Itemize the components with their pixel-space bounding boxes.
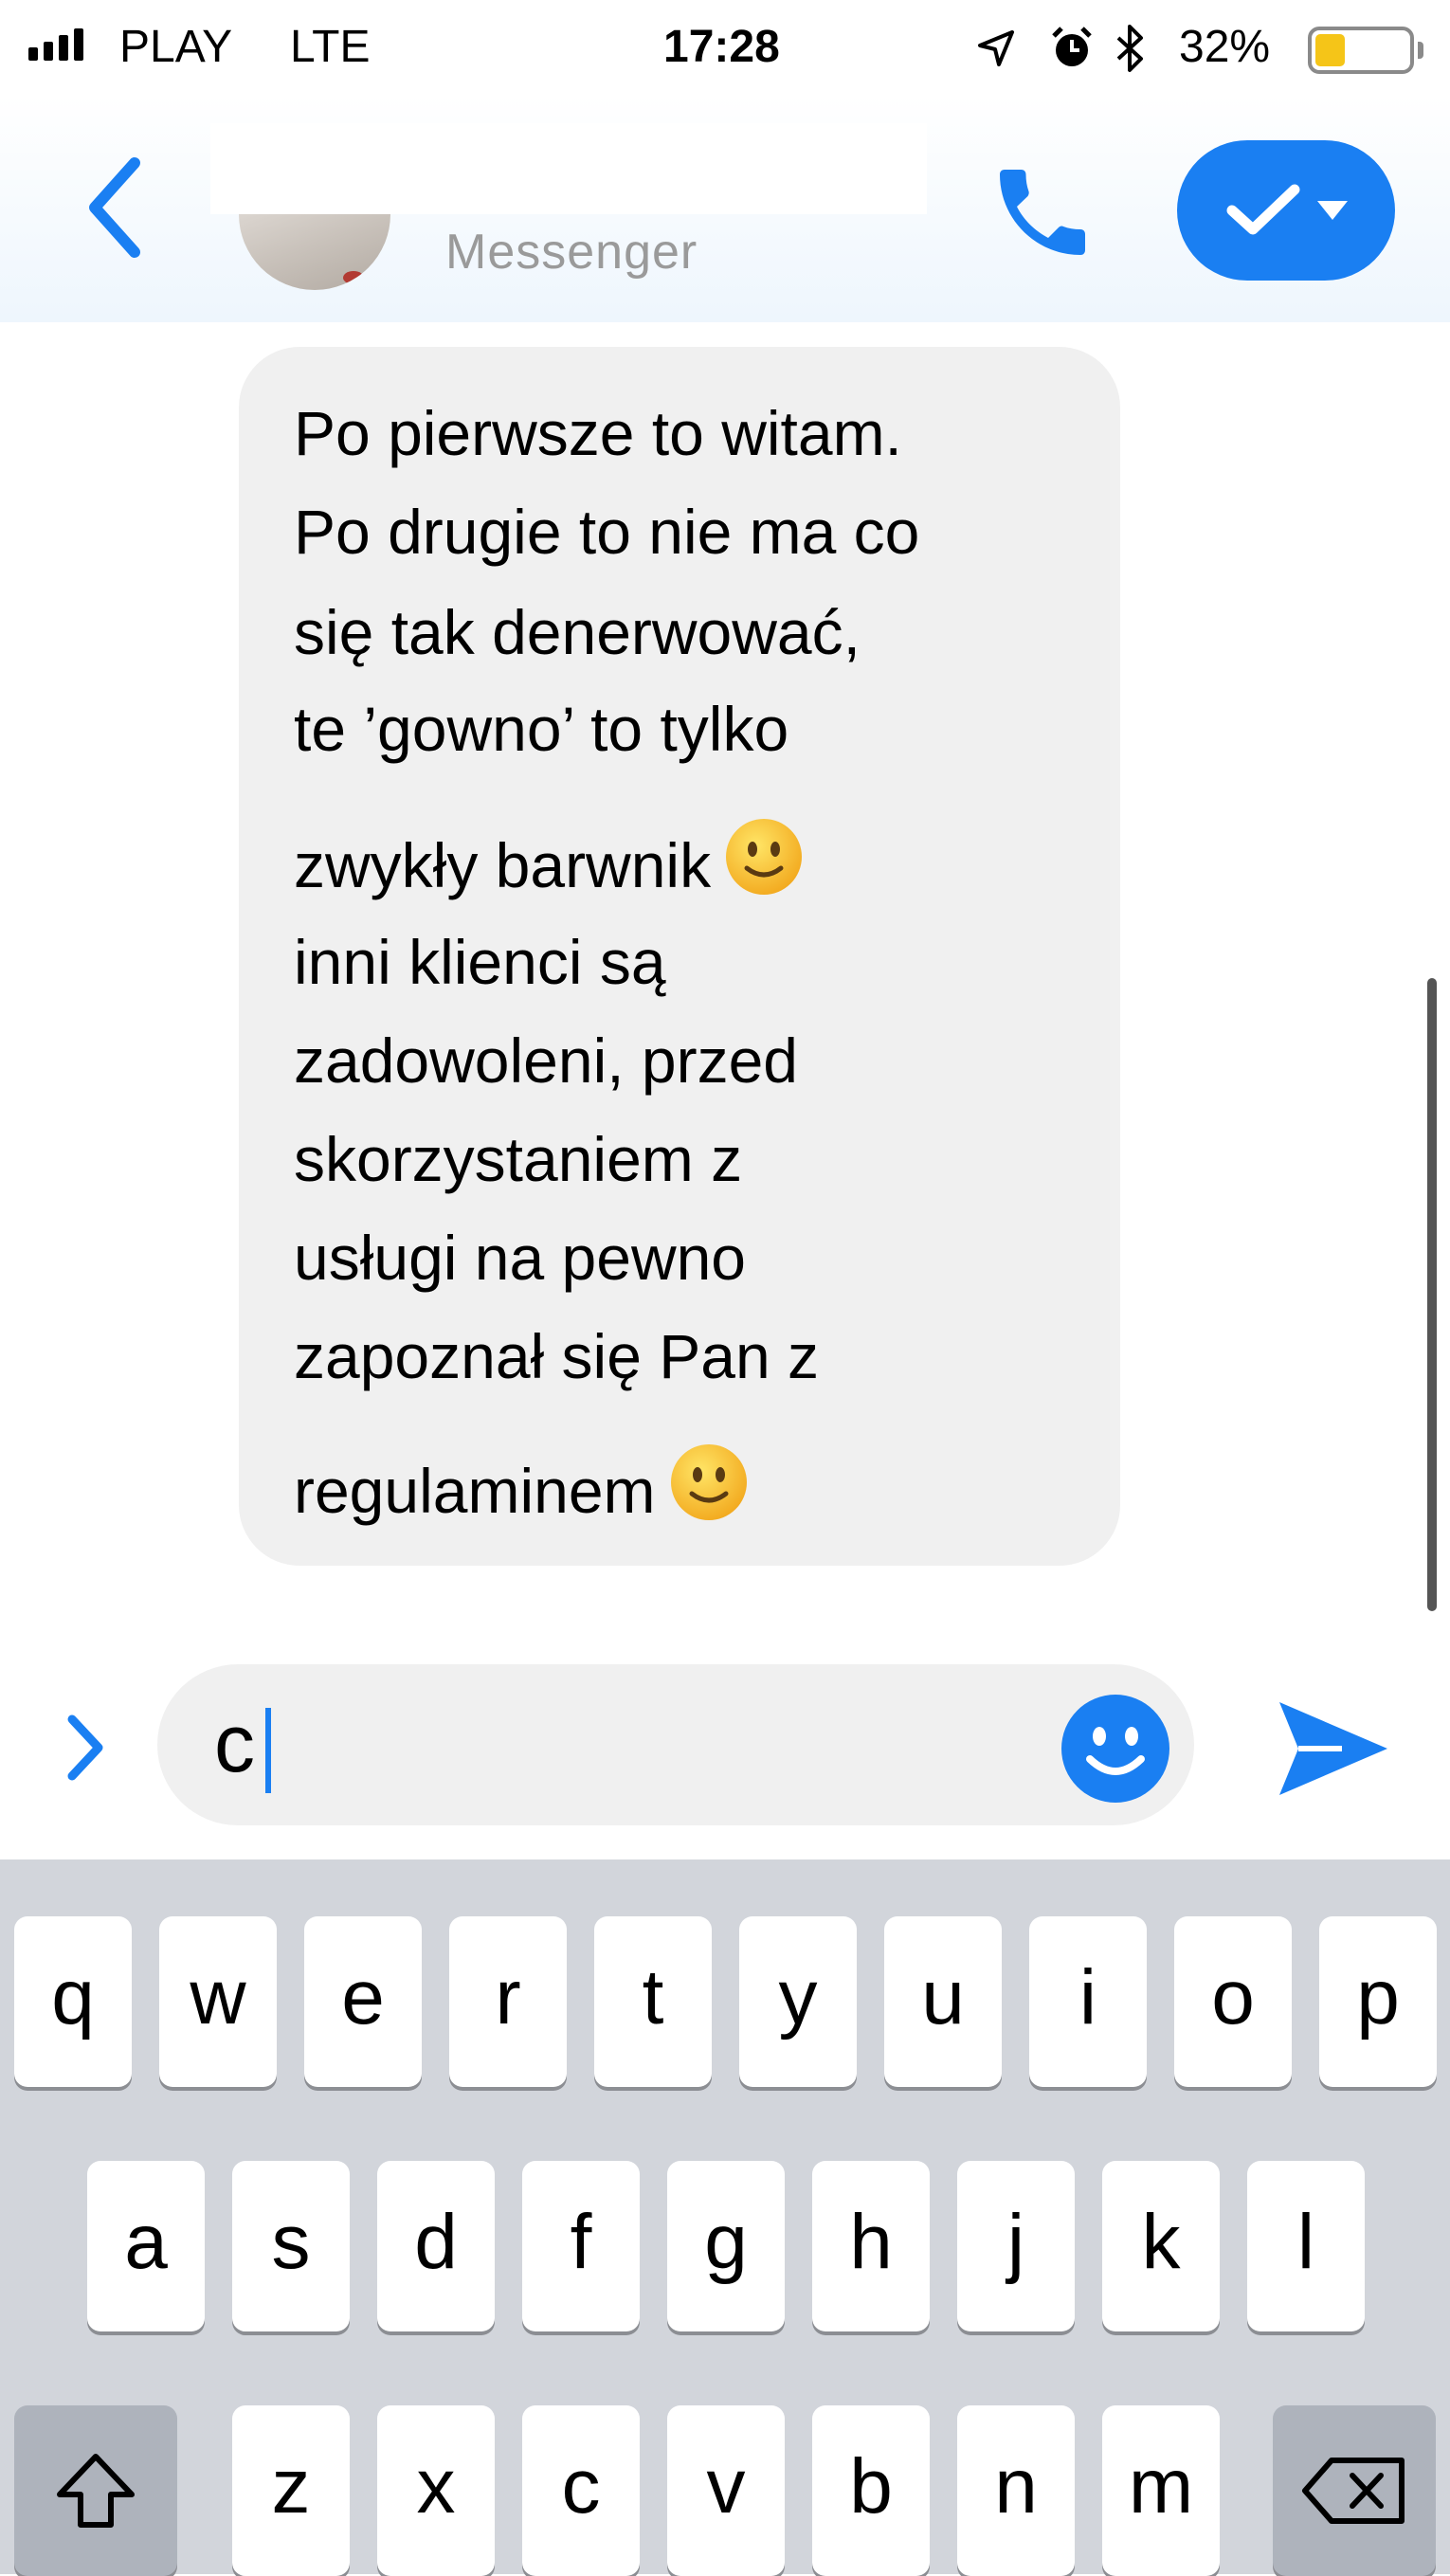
battery-tip [1418, 42, 1423, 59]
key-b[interactable]: b [812, 2405, 930, 2576]
key-d[interactable]: d [377, 2161, 495, 2331]
message-line: się tak denerwować, [294, 597, 861, 667]
key-h[interactable]: h [812, 2161, 930, 2331]
key-c[interactable]: c [522, 2405, 640, 2576]
text-caret [265, 1708, 271, 1793]
message-line: regulaminem [294, 1456, 656, 1526]
phone-icon[interactable] [986, 155, 1099, 269]
slightly-smiling-face-emoji [726, 819, 803, 895]
battery-percent: 32% [1179, 22, 1271, 72]
key-j[interactable]: j [957, 2161, 1075, 2331]
key-y[interactable]: y [739, 1916, 857, 2087]
key-i[interactable]: i [1029, 1916, 1147, 2087]
chevron-right-icon[interactable] [61, 1710, 110, 1786]
back-chevron-icon[interactable] [82, 155, 148, 260]
bluetooth-icon [1116, 25, 1143, 72]
smiley-icon[interactable] [1060, 1693, 1171, 1805]
key-z[interactable]: z [232, 2405, 350, 2576]
key-p[interactable]: p [1319, 1916, 1437, 2087]
key-x[interactable]: x [377, 2405, 495, 2576]
avatar-detail [343, 271, 364, 284]
alarm-icon [1052, 27, 1092, 66]
scrollbar[interactable] [1427, 978, 1437, 1611]
clock: 17:28 [663, 22, 780, 72]
message-input[interactable] [157, 1664, 1194, 1825]
key-u[interactable]: u [884, 1916, 1002, 2087]
message-line: usługi na pewno [294, 1223, 747, 1293]
message-line: Po drugie to nie ma co [294, 497, 920, 567]
battery-level-fill [1315, 34, 1345, 66]
key-w[interactable]: w [159, 1916, 277, 2087]
key-l[interactable]: l [1247, 2161, 1365, 2331]
battery-icon [1308, 27, 1414, 74]
key-t[interactable]: t [594, 1916, 712, 2087]
message-input-value: c [214, 1698, 255, 1789]
key-g[interactable]: g [667, 2161, 785, 2331]
signal-icon [28, 28, 83, 61]
message-line: skorzystaniem z [294, 1124, 743, 1194]
keyboard: q w e r t y u i o p a s d f g h j k l z … [0, 1859, 1450, 2576]
key-n[interactable]: n [957, 2405, 1075, 2576]
key-m[interactable]: m [1102, 2405, 1220, 2576]
backspace-icon [1302, 2458, 1405, 2524]
conversation-subtitle: Messenger [445, 225, 698, 280]
key-s[interactable]: s [232, 2161, 350, 2331]
message-line: zapoznał się Pan z [294, 1321, 820, 1391]
message-line: inni klienci są [294, 927, 666, 997]
key-e[interactable]: e [304, 1916, 422, 2087]
carrier-label: PLAY [119, 22, 233, 72]
message-line-with-emoji: regulaminem [294, 1442, 749, 1522]
key-a[interactable]: a [87, 2161, 205, 2331]
key-r[interactable]: r [449, 1916, 567, 2087]
message-line: te ’gowno’ to tylko [294, 694, 789, 764]
message-line-with-emoji: zwykły barwnik [294, 817, 804, 897]
checkmark-icon [1226, 184, 1300, 235]
network-label: LTE [290, 22, 371, 72]
send-icon[interactable] [1276, 1698, 1391, 1799]
key-q[interactable]: q [14, 1916, 132, 2087]
message-line: Po pierwsze to witam. [294, 398, 902, 468]
checkmark-dropdown-button[interactable] [1177, 140, 1395, 281]
location-arrow-icon [978, 30, 1014, 66]
message-line: zadowoleni, przed [294, 1025, 798, 1096]
message-line: zwykły barwnik [294, 830, 712, 900]
key-v[interactable]: v [667, 2405, 785, 2576]
dropdown-caret-icon [1317, 201, 1348, 220]
contact-name-redacted[interactable] [210, 123, 927, 214]
key-o[interactable]: o [1174, 1916, 1292, 2087]
key-f[interactable]: f [522, 2161, 640, 2331]
shift-icon [57, 2454, 135, 2528]
status-bar: PLAY LTE 17:28 32% [0, 0, 1450, 95]
shift-key[interactable] [14, 2405, 177, 2576]
key-k[interactable]: k [1102, 2161, 1220, 2331]
slightly-smiling-face-emoji [670, 1444, 747, 1520]
backspace-key[interactable] [1273, 2405, 1436, 2576]
